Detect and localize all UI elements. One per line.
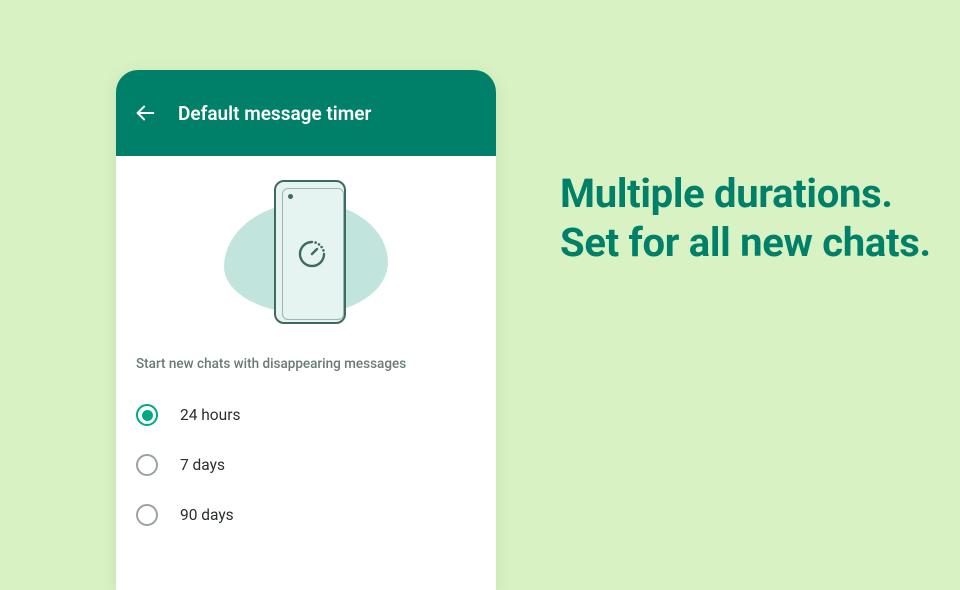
back-arrow-icon[interactable] [134, 102, 156, 124]
phone-outline-icon [274, 180, 346, 324]
section-label: Start new chats with disappearing messag… [116, 346, 496, 390]
marketing-headline: Multiple durations.Set for all new chats… [560, 170, 931, 268]
option-label: 90 days [180, 506, 234, 524]
option-7-days[interactable]: 7 days [136, 440, 476, 490]
radio-selected-icon [136, 404, 158, 426]
radio-unselected-icon [136, 454, 158, 476]
option-label: 24 hours [180, 406, 240, 424]
illustration-area [116, 156, 496, 346]
timer-options-list: 24 hours 7 days 90 days [116, 390, 496, 540]
timer-icon [296, 238, 328, 270]
phone-mockup: Default message timer Start n [116, 70, 496, 590]
radio-unselected-icon [136, 504, 158, 526]
timer-illustration [206, 174, 406, 334]
option-24-hours[interactable]: 24 hours [136, 390, 476, 440]
app-bar: Default message timer [116, 70, 496, 156]
option-label: 7 days [180, 456, 225, 474]
option-90-days[interactable]: 90 days [136, 490, 476, 540]
app-bar-title: Default message timer [178, 102, 371, 125]
